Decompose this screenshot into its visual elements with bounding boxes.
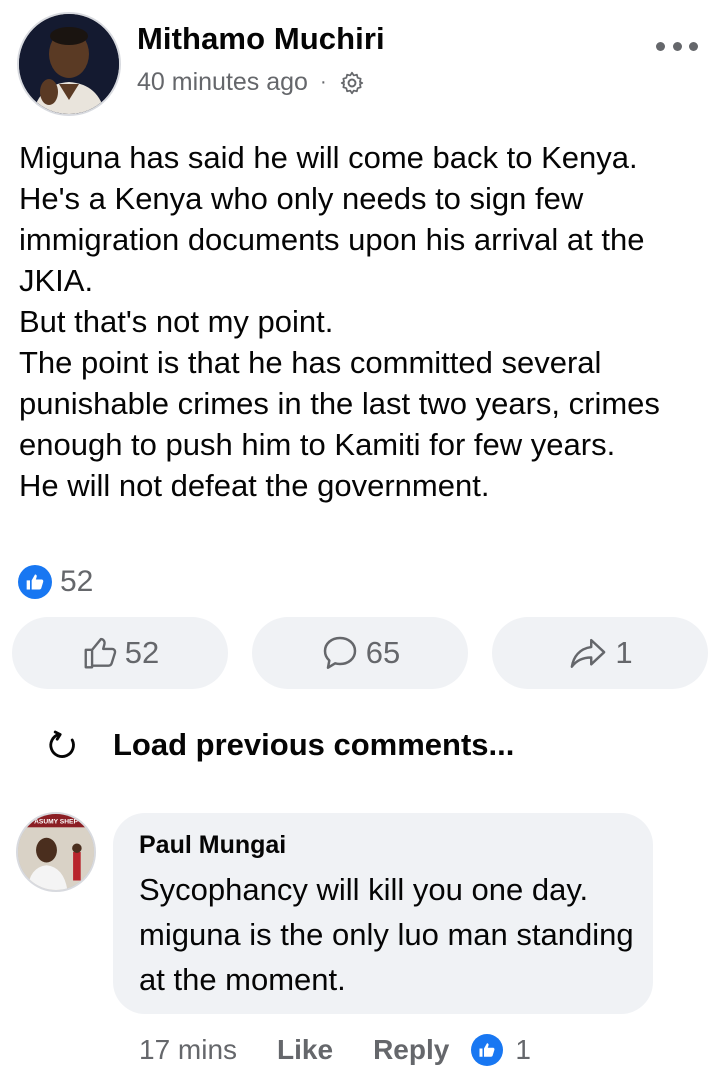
dot: [689, 41, 698, 51]
meta-separator: ·: [319, 71, 327, 93]
comment-reply-button[interactable]: Reply: [373, 1034, 449, 1066]
comment-like-reaction-icon: [471, 1034, 504, 1066]
comment-text: Sycophancy will kill you one day. miguna…: [139, 872, 634, 997]
gear-icon[interactable]: [339, 70, 365, 96]
reaction-summary[interactable]: 52: [18, 565, 93, 599]
reaction-count: 52: [60, 565, 94, 598]
dot: [656, 41, 665, 51]
author-name[interactable]: Mithamo Muchiri: [137, 21, 385, 57]
load-previous-label: Load previous comments...: [113, 727, 515, 762]
post-meta: 40 minutes ago ·: [137, 68, 365, 97]
share-button[interactable]: 1: [492, 617, 708, 689]
share-count: 1: [615, 635, 633, 670]
comment-count: 65: [365, 635, 401, 670]
more-options-icon[interactable]: [656, 36, 698, 56]
comment-icon: [323, 636, 356, 669]
thumbs-up-icon: [84, 637, 116, 669]
dot: [672, 41, 682, 51]
post-time[interactable]: 40 minutes ago: [137, 68, 308, 97]
like-button[interactable]: 52: [12, 617, 228, 689]
post-header: Mithamo Muchiri 40 minutes ago ·: [0, 0, 720, 130]
comment-reaction-count: 1: [515, 1034, 531, 1065]
comment-author[interactable]: Paul Mungai: [139, 831, 286, 860]
share-icon: [571, 638, 606, 668]
like-reaction-icon: [18, 565, 52, 599]
author-avatar[interactable]: [17, 12, 121, 116]
comment-like-button[interactable]: Like: [277, 1034, 333, 1066]
avatar-banner-text: ASUMY SHEP: [34, 819, 78, 826]
commenter-avatar[interactable]: ASUMY SHEP: [16, 812, 96, 892]
comment-time[interactable]: 17 mins: [139, 1034, 237, 1066]
comment-footer: 17 mins Like Reply 1: [139, 1030, 531, 1070]
comment-button[interactable]: 65: [252, 617, 468, 689]
load-previous-comments[interactable]: Load previous comments...: [46, 727, 514, 763]
refresh-icon: [49, 730, 75, 758]
like-count: 52: [124, 635, 160, 670]
post-text: Miguna has said he will come back to Ken…: [19, 140, 660, 503]
comment-bubble: Paul Mungai Sycophancy will kill you one…: [113, 813, 653, 1014]
post-actions: 52 65 1: [12, 617, 708, 689]
